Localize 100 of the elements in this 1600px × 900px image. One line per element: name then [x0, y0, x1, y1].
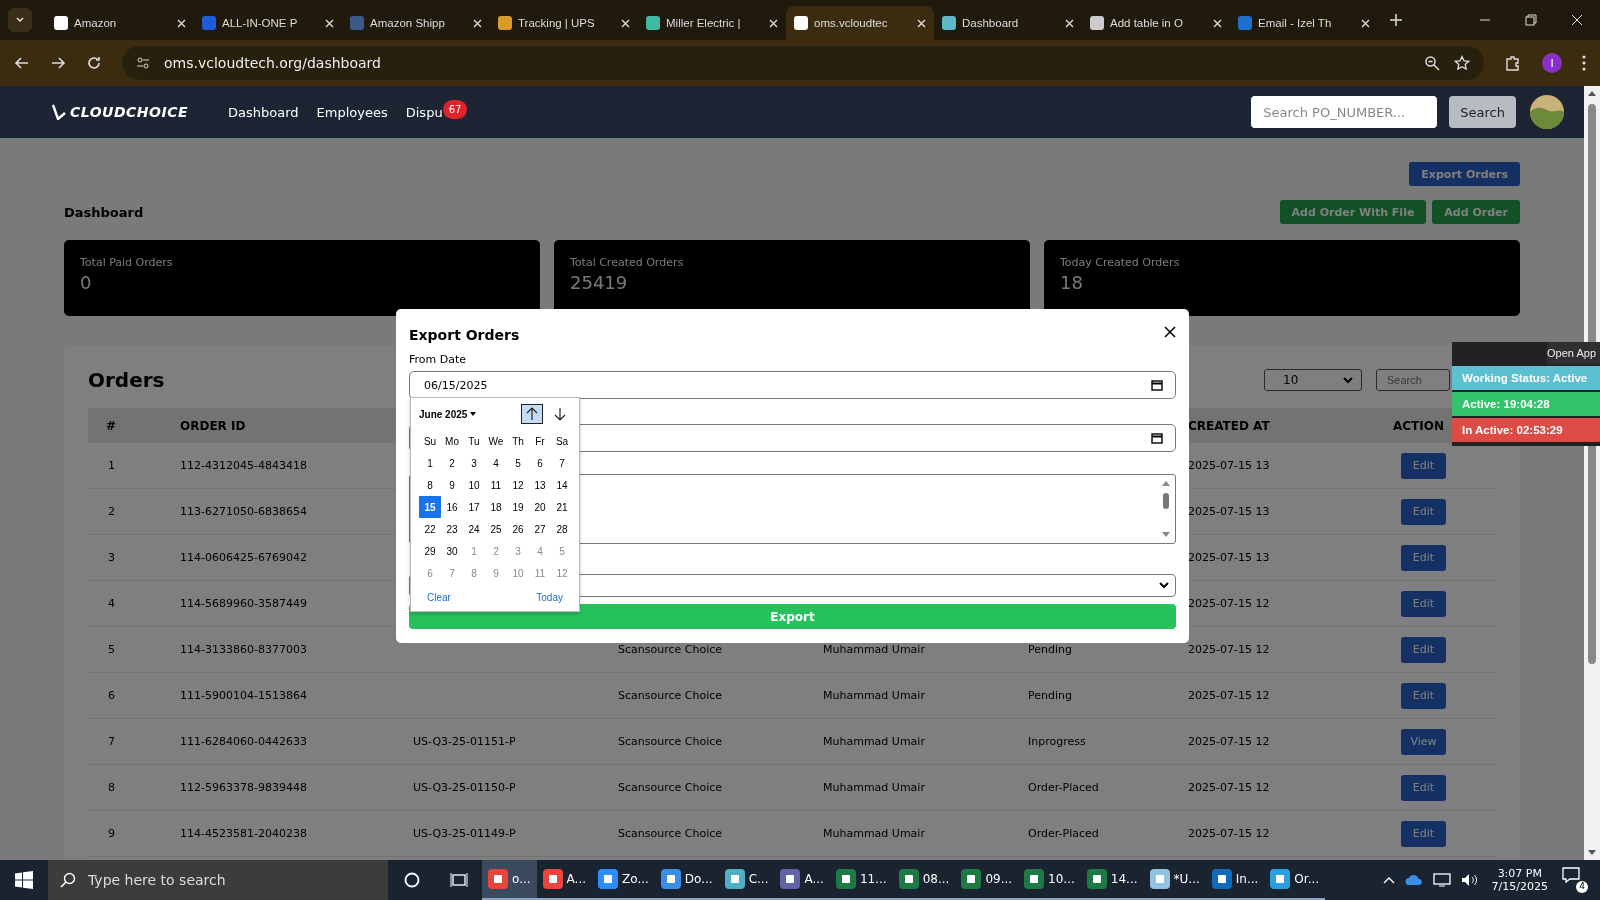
calendar-day[interactable]: 2	[485, 540, 507, 562]
calendar-day[interactable]: 4	[529, 540, 551, 562]
notification-button[interactable]: 4	[1562, 867, 1588, 893]
clock[interactable]: 3:07 PM 7/15/2025	[1491, 867, 1548, 893]
calendar-day[interactable]: 24	[463, 518, 485, 540]
nav-link[interactable]: Dispu	[405, 104, 443, 120]
calendar-day[interactable]: 6	[529, 452, 551, 474]
calendar-day[interactable]: 1	[419, 452, 441, 474]
open-app-link[interactable]: Open App	[1547, 342, 1600, 364]
zoom-icon[interactable]	[1424, 55, 1440, 71]
calendar-day[interactable]: 30	[441, 540, 463, 562]
browser-tab[interactable]: ALL-IN-ONE P	[194, 6, 342, 40]
browser-tab[interactable]: Miller Electric |	[638, 6, 786, 40]
browser-tab[interactable]: Amazon Shipp	[342, 6, 490, 40]
calendar-day[interactable]: 21	[551, 496, 573, 518]
address-bar[interactable]: oms.vcloudtech.org/dashboard	[122, 46, 1484, 80]
clear-link[interactable]: Clear	[427, 592, 451, 603]
taskbar-search-field[interactable]: Type here to search	[48, 860, 388, 900]
calendar-day[interactable]: 23	[441, 518, 463, 540]
calendar-day[interactable]: 9	[485, 562, 507, 584]
calendar-day[interactable]: 29	[419, 540, 441, 562]
browser-tab[interactable]: Amazon	[46, 6, 194, 40]
site-info-icon[interactable]	[136, 56, 150, 70]
extensions-icon[interactable]	[1504, 54, 1522, 72]
calendar-day[interactable]: 11	[529, 562, 551, 584]
calendar-day[interactable]: 7	[551, 452, 573, 474]
calendar-day[interactable]: 1	[463, 540, 485, 562]
bookmark-star-icon[interactable]	[1454, 55, 1470, 71]
today-link[interactable]: Today	[536, 592, 563, 603]
calendar-icon[interactable]	[1151, 432, 1163, 444]
brand-name[interactable]: CLOUDCHOICE	[70, 104, 189, 120]
restore-icon[interactable]	[1525, 14, 1537, 26]
calendar-day[interactable]: 13	[529, 474, 551, 496]
taskbar-app[interactable]: C...	[718, 860, 775, 900]
taskbar-app[interactable]: 14...	[1080, 860, 1144, 900]
previous-month-button[interactable]	[521, 404, 543, 424]
month-selector[interactable]: June 2025	[419, 408, 477, 420]
start-icon[interactable]	[15, 871, 33, 889]
task-view-icon[interactable]	[450, 872, 468, 888]
taskbar-app[interactable]: 09...	[955, 860, 1019, 900]
cloud-icon[interactable]	[1404, 874, 1423, 886]
search-field[interactable]: Search PO_NUMBER...	[1251, 96, 1438, 128]
profile-avatar[interactable]: I	[1542, 53, 1562, 73]
browser-tab[interactable]: oms.vcloudtec	[786, 6, 934, 40]
calendar-day[interactable]: 26	[507, 518, 529, 540]
forward-icon[interactable]	[50, 55, 66, 71]
nav-link[interactable]: Dashboard	[228, 104, 299, 120]
menu-icon[interactable]	[1582, 55, 1586, 71]
browser-tab[interactable]: Tracking | UPS	[490, 6, 638, 40]
volume-icon[interactable]	[1460, 873, 1479, 887]
calendar-day[interactable]: 10	[507, 562, 529, 584]
calendar-day[interactable]: 11	[485, 474, 507, 496]
taskbar-app[interactable]: *U...	[1143, 860, 1206, 900]
calendar-day[interactable]: 25	[485, 518, 507, 540]
calendar-day[interactable]: 4	[485, 452, 507, 474]
tab-search-button[interactable]	[8, 8, 32, 32]
calendar-icon[interactable]	[1151, 379, 1163, 391]
calendar-day[interactable]: 12	[551, 562, 573, 584]
taskbar-app[interactable]: Zo...	[592, 860, 655, 900]
browser-tab[interactable]: Email - Izel Th	[1230, 6, 1378, 40]
scrollbar[interactable]	[1161, 479, 1171, 539]
calendar-day[interactable]: 19	[507, 496, 529, 518]
page-size-select[interactable]: 10	[1264, 369, 1362, 391]
user-avatar[interactable]	[1530, 95, 1564, 129]
taskbar-app[interactable]: 08...	[892, 860, 956, 900]
table-search-field[interactable]: Search	[1376, 369, 1450, 391]
new-tab-icon[interactable]	[1390, 14, 1402, 26]
nav-link[interactable]: Employees	[316, 104, 388, 120]
calendar-day[interactable]: 3	[507, 540, 529, 562]
calendar-day[interactable]: 7	[441, 562, 463, 584]
calendar-day[interactable]: 5	[507, 452, 529, 474]
taskbar-app[interactable]: o...	[482, 860, 537, 900]
calendar-day[interactable]: 5	[551, 540, 573, 562]
calendar-day[interactable]: 22	[419, 518, 441, 540]
search-button[interactable]: Search	[1449, 96, 1516, 128]
calendar-day[interactable]: 28	[551, 518, 573, 540]
back-icon[interactable]	[14, 55, 30, 71]
taskbar-app[interactable]: 10...	[1018, 860, 1081, 900]
taskbar-app[interactable]: 11...	[829, 860, 893, 900]
taskbar-app[interactable]: Do...	[654, 860, 719, 900]
calendar-day[interactable]: 8	[419, 474, 441, 496]
calendar-day[interactable]: 12	[507, 474, 529, 496]
taskbar-app[interactable]: Or...	[1264, 860, 1326, 900]
calendar-day[interactable]: 16	[441, 496, 463, 518]
browser-tab[interactable]: Add table in O	[1082, 6, 1230, 40]
network-icon[interactable]	[1432, 873, 1451, 887]
taskbar-app[interactable]: A...	[774, 860, 830, 900]
calendar-day[interactable]: 2	[441, 452, 463, 474]
calendar-day[interactable]: 8	[463, 562, 485, 584]
calendar-day[interactable]: 18	[485, 496, 507, 518]
taskbar-app[interactable]: In...	[1205, 860, 1265, 900]
calendar-day[interactable]: 27	[529, 518, 551, 540]
browser-tab[interactable]: Dashboard	[934, 6, 1082, 40]
chevron-up-icon[interactable]	[1382, 876, 1395, 884]
calendar-day[interactable]: 6	[419, 562, 441, 584]
calendar-day[interactable]: 17	[463, 496, 485, 518]
taskbar-app[interactable]: A...	[536, 860, 593, 900]
cortana-icon[interactable]	[404, 872, 420, 888]
close-icon[interactable]	[1164, 326, 1176, 338]
calendar-day[interactable]: 3	[463, 452, 485, 474]
